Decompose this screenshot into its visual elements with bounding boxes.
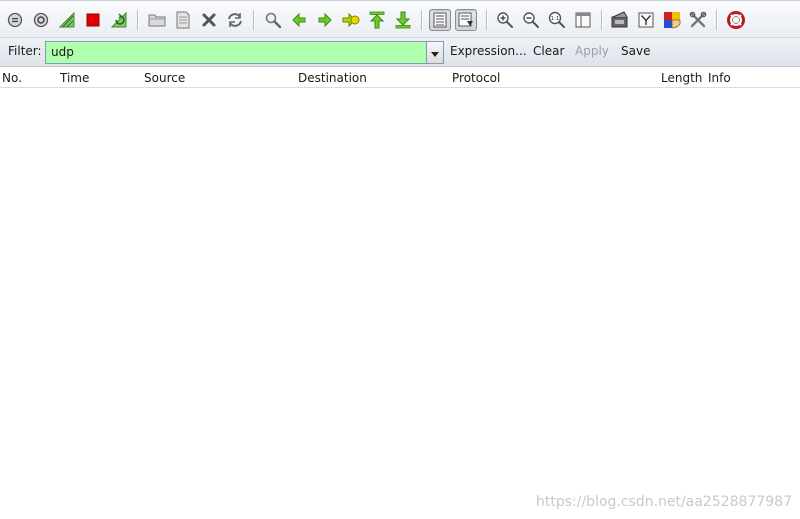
column-header-length[interactable]: Length: [661, 71, 702, 85]
filter-toolbar: Filter: udp Expression... Clear Apply Sa…: [0, 37, 800, 67]
column-header-info[interactable]: Info: [708, 71, 731, 85]
toolbar-separator: [601, 10, 602, 30]
go-last-packet-icon[interactable]: [392, 9, 414, 31]
toolbar-separator: [137, 10, 138, 30]
save-filter-button[interactable]: Save: [621, 44, 650, 58]
toolbar-separator: [253, 10, 254, 30]
colorize-icon[interactable]: [429, 9, 451, 31]
packet-list-header: No. Time Source Destination Protocol Len…: [0, 67, 800, 88]
zoom-in-icon[interactable]: [494, 9, 516, 31]
stop-capture-icon[interactable]: [82, 9, 104, 31]
column-header-protocol[interactable]: Protocol: [452, 71, 500, 85]
resize-columns-icon[interactable]: [572, 9, 594, 31]
reload-icon[interactable]: [224, 9, 246, 31]
zoom-out-icon[interactable]: [520, 9, 542, 31]
svg-text:1:1: 1:1: [551, 16, 560, 22]
filter-label: Filter:: [8, 44, 42, 58]
help-icon[interactable]: [725, 9, 747, 31]
find-packet-icon[interactable]: [262, 9, 284, 31]
capture-filters-icon[interactable]: [609, 9, 631, 31]
toolbar-separator: [486, 10, 487, 30]
filter-history-dropdown[interactable]: [426, 41, 444, 64]
start-capture-icon[interactable]: [56, 9, 78, 31]
go-to-packet-icon[interactable]: [340, 9, 362, 31]
close-file-icon[interactable]: [198, 9, 220, 31]
go-back-icon[interactable]: [288, 9, 310, 31]
save-file-icon[interactable]: [172, 9, 194, 31]
expression-button[interactable]: Expression...: [450, 44, 527, 58]
coloring-rules-icon[interactable]: [661, 9, 683, 31]
watermark: https://blog.csdn.net/aa2528877987: [536, 494, 792, 510]
main-toolbar: 1:1: [0, 0, 800, 37]
chevron-down-icon: [431, 46, 439, 60]
toolbar-separator: [716, 10, 717, 30]
toolbar-separator: [421, 10, 422, 30]
auto-scroll-icon[interactable]: [455, 9, 477, 31]
restart-capture-icon[interactable]: [108, 9, 130, 31]
display-filters-icon[interactable]: [635, 9, 657, 31]
column-header-time[interactable]: Time: [60, 71, 89, 85]
packet-list[interactable]: [0, 88, 800, 519]
column-header-no[interactable]: No.: [2, 71, 22, 85]
display-filter-input[interactable]: udp: [45, 41, 427, 64]
clear-button[interactable]: Clear: [533, 44, 564, 58]
preferences-icon[interactable]: [687, 9, 709, 31]
column-header-destination[interactable]: Destination: [298, 71, 367, 85]
interfaces-icon[interactable]: [4, 9, 26, 31]
open-file-icon[interactable]: [146, 9, 168, 31]
go-forward-icon[interactable]: [314, 9, 336, 31]
column-header-source[interactable]: Source: [144, 71, 185, 85]
normal-size-icon[interactable]: 1:1: [546, 9, 568, 31]
capture-options-icon[interactable]: [30, 9, 52, 31]
go-first-packet-icon[interactable]: [366, 9, 388, 31]
apply-button[interactable]: Apply: [575, 44, 609, 58]
